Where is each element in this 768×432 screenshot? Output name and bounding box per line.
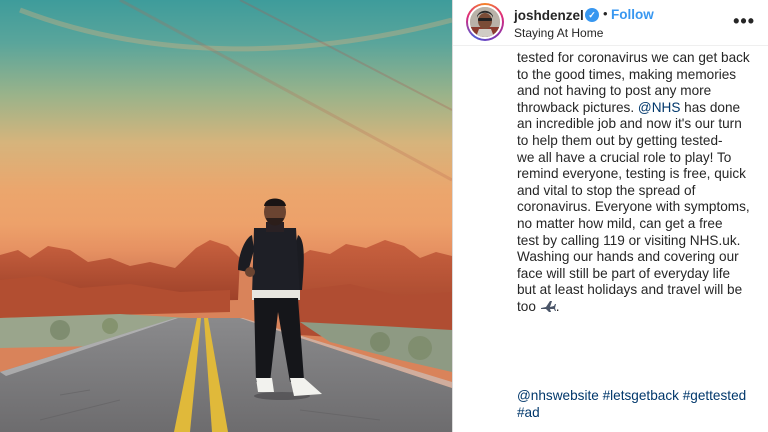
comments-area[interactable]: tested for coronavirus we can get back t… [453, 47, 768, 432]
caption-line-text: has done [680, 99, 741, 115]
avatar-story-ring[interactable] [466, 3, 504, 41]
post-header: joshdenzel ✓ • Follow Staying At Home ••… [453, 0, 768, 46]
mention-nhs[interactable]: @NHS [638, 100, 681, 115]
caption-line: Washing our hands and covering our [517, 249, 739, 265]
hashtag-link[interactable]: #gettested [683, 388, 747, 403]
avatar-image [470, 7, 500, 37]
avatar[interactable] [468, 5, 502, 39]
caption-line: too . [517, 299, 753, 316]
caption-line: test by calling 119 or visiting NHS.uk. [517, 232, 741, 248]
hashtag-link[interactable]: @nhswebsite [517, 388, 599, 403]
caption-line-text: too [517, 298, 536, 314]
caption-text: tested for coronavirus we can get back t… [517, 50, 753, 316]
hashtag-link[interactable]: #ad [517, 405, 540, 420]
location-link[interactable]: Staying At Home [514, 26, 603, 40]
caption-line: an incredible job and now it's our turn [517, 116, 742, 132]
caption-line-text: throwback pictures. [517, 99, 635, 115]
follow-button[interactable]: Follow [611, 7, 654, 22]
post-panel: joshdenzel ✓ • Follow Staying At Home ••… [452, 0, 768, 432]
verified-badge-icon: ✓ [585, 8, 599, 22]
hashtag-link[interactable]: #letsgetback [603, 388, 679, 403]
caption-line: to the good times, making memories [517, 66, 737, 82]
username[interactable]: joshdenzel [514, 8, 584, 23]
caption-line: throwback pictures. @NHS has done [517, 100, 753, 117]
airplane-emoji-icon [540, 300, 556, 312]
caption-line: tested for coronavirus we can get back [517, 50, 750, 65]
caption-line: face will still be part of everyday life [517, 265, 731, 281]
caption-line: to help them out by getting tested- [517, 132, 723, 148]
more-options-icon[interactable]: ••• [733, 12, 755, 30]
separator-dot: • [603, 6, 608, 21]
caption-line: remind everyone, testing is free, quick [517, 166, 746, 182]
hashtags: @nhswebsite #letsgetback #gettested #ad [517, 388, 753, 421]
caption-line: and not having to post any more [517, 83, 712, 99]
caption-line: coronavirus. Everyone with symptoms, [517, 199, 750, 215]
caption-line: but at least holidays and travel will be [517, 282, 743, 298]
post-photo[interactable] [0, 0, 452, 432]
caption-end: . [555, 298, 560, 314]
desert-road-illustration [0, 0, 452, 432]
caption-line: no matter how mild, can get a free [517, 215, 723, 231]
caption-line: we all have a crucial role to play! To [517, 149, 732, 165]
caption-line: and vital to stop the spread of [517, 182, 696, 198]
